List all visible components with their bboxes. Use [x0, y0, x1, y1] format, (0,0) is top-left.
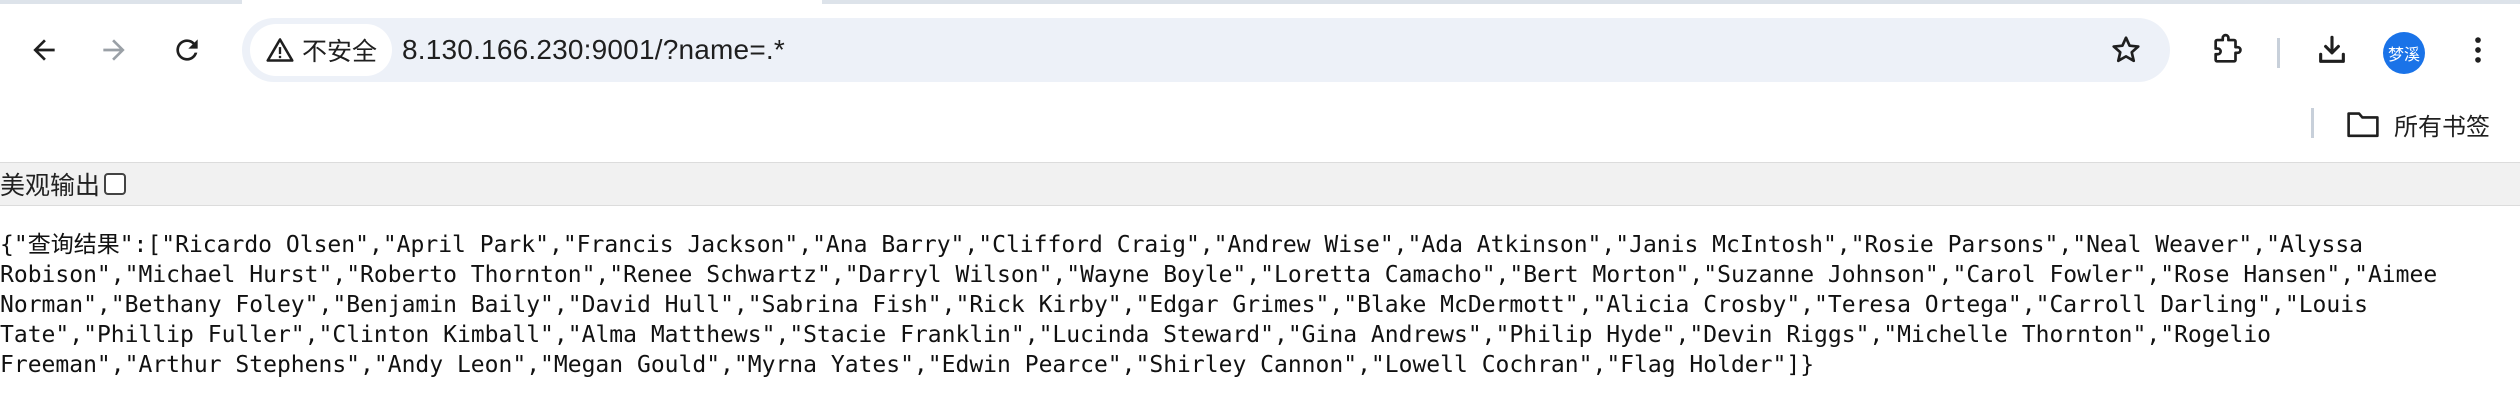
json-name-entry: "Stacie Franklin",: [789, 322, 1039, 348]
json-name-entry: "Arthur Stephens",: [124, 352, 374, 378]
json-name-entry: "Lowell Cochran",: [1370, 352, 1607, 378]
json-name-entry: "Roberto Thornton",: [346, 262, 610, 288]
security-chip[interactable]: 不安全: [250, 24, 392, 76]
reload-icon: [176, 39, 198, 61]
json-name-entry: "Lucinda Steward",: [1038, 322, 1288, 348]
json-name-entry: "Blake McDermott",: [1343, 292, 1593, 318]
json-name-entry: "Sabrina Fish",: [747, 292, 956, 318]
json-name-entry: "Ada Atkinson",: [1407, 232, 1616, 258]
json-name-entry: "Rose Hansen",: [2160, 262, 2355, 288]
all-bookmarks-button[interactable]: 所有书签: [2346, 104, 2490, 144]
json-name-entry: "Benjamin Baily",: [332, 292, 568, 318]
json-suffix: ]}: [1786, 352, 1815, 378]
json-name-entry: "Edgar Grimes",: [1135, 292, 1344, 318]
json-name-entry: "Wayne Boyle",: [1066, 262, 1261, 288]
extensions-icon: [2214, 33, 2242, 63]
toolbar-divider: [2277, 38, 2280, 68]
json-name-entry: "Ana Barry",: [812, 232, 979, 258]
json-name-entry: "Clinton Kimball",: [318, 322, 568, 348]
bookmarks-bar: 所有书签: [0, 96, 2520, 160]
json-name-entry: "Alicia Crosby",: [1592, 292, 1815, 318]
extensions-button[interactable]: [2207, 30, 2247, 70]
download-icon: [2319, 35, 2345, 63]
json-name-entry: "Janis McIntosh",: [1615, 232, 1851, 258]
json-name-entry: "Teresa Ortega",: [1814, 292, 2036, 318]
json-name-entry: "Edwin Pearce",: [927, 352, 1136, 378]
prettify-bar: 美观输出: [0, 162, 2520, 206]
json-name-entry: "Shirley Cannon",: [1135, 352, 1371, 378]
json-name-entry: "Clifford Craig",: [978, 232, 1214, 258]
json-name-entry: "Michelle Thornton",: [1883, 322, 2161, 348]
browser-toolbar: 不安全 8.130.166.230:9001/?name=.* 梦溪: [0, 4, 2520, 96]
json-name-entry: "Rosie Parsons",: [1850, 232, 2073, 258]
json-output: {"查询结果":["Ricardo Olsen","April Park","F…: [0, 230, 2500, 380]
prettify-checkbox[interactable]: [104, 173, 127, 195]
json-name-entry: "Devin Riggs",: [1689, 322, 1884, 348]
json-name-entry: "Carroll Darling",: [2035, 292, 2285, 318]
security-label: 不安全: [302, 37, 378, 66]
json-name-entry: "Suzanne Johnson",: [1703, 262, 1953, 288]
json-name-entry: "Alma Matthews",: [567, 322, 790, 348]
json-name-entry: "Carol Fowler",: [1952, 262, 2161, 288]
json-name-entry: "Bethany Foley",: [110, 292, 333, 318]
json-name-entry: "Bert Morton",: [1509, 262, 1704, 288]
forward-button[interactable]: [90, 26, 138, 74]
back-button[interactable]: [20, 26, 68, 74]
json-name-entry: "Andrew Wise",: [1213, 232, 1408, 258]
json-name-entry: "Rick Kirby",: [955, 292, 1136, 318]
url-text[interactable]: 8.130.166.230:9001/?name=.*: [402, 18, 785, 82]
json-name-entry: "Neal Weaver",: [2072, 232, 2267, 258]
json-name-entry: "Myrna Yates",: [733, 352, 928, 378]
json-name-entry: "April Park",: [382, 232, 563, 258]
json-prefix: {"查询结果":[: [0, 232, 162, 258]
json-name-entry: "Phillip Fuller",: [83, 322, 319, 348]
json-name-entry: "Loretta Camacho",: [1260, 262, 1510, 288]
json-name-entry: "Francis Jackson",: [562, 232, 813, 258]
more-menu-icon: [2475, 37, 2481, 63]
forward-arrow-icon: [103, 39, 125, 61]
json-name-entry: "Megan Gould",: [540, 352, 734, 378]
json-name-entry: "Gina Andrews",: [1287, 322, 1496, 348]
all-bookmarks-label: 所有书签: [2394, 112, 2490, 141]
json-name-entry: "Ricardo Olsen",: [161, 232, 383, 258]
folder-icon: [2347, 112, 2379, 138]
reload-button[interactable]: [163, 26, 211, 74]
profile-avatar[interactable]: 梦溪: [2383, 32, 2425, 74]
json-name-entry: "Andy Leon",: [373, 352, 541, 378]
download-button[interactable]: [2312, 30, 2352, 70]
json-name-entry: "David Hull",: [567, 292, 748, 318]
more-menu-button[interactable]: [2458, 30, 2498, 70]
prettify-label: 美观输出: [0, 171, 101, 200]
json-name-entry: "Michael Hurst",: [124, 262, 347, 288]
json-name-entry: "Philip Hyde",: [1495, 322, 1690, 348]
address-bar[interactable]: 不安全 8.130.166.230:9001/?name=.*: [242, 18, 2170, 82]
json-name-entry: "Flag Holder": [1606, 352, 1787, 378]
bookmarks-divider: [2311, 108, 2314, 138]
back-arrow-icon: [33, 39, 55, 61]
json-name-entry: "Darryl Wilson",: [844, 262, 1067, 288]
json-name-entry: "Renee Schwartz",: [609, 262, 845, 288]
warning-triangle-icon: [266, 38, 294, 62]
star-icon[interactable]: [2110, 34, 2142, 66]
